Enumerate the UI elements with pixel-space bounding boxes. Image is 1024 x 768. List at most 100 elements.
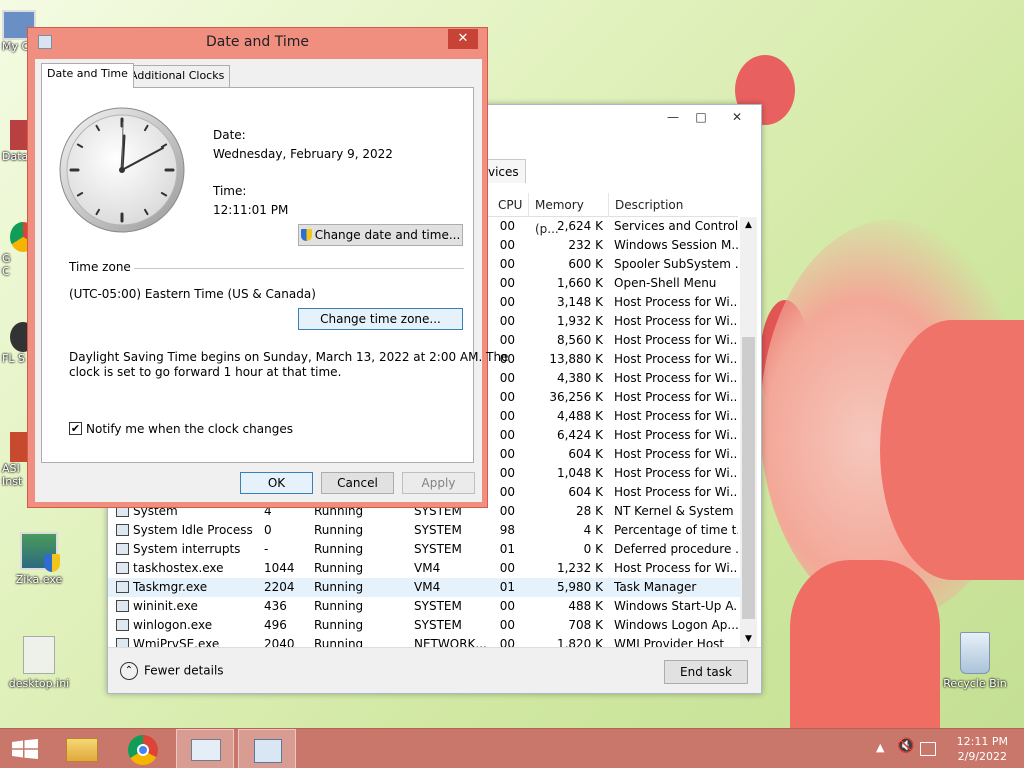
cell-user: VM4 bbox=[414, 580, 441, 594]
cell-mem: 6,424 K bbox=[556, 428, 603, 442]
desktop-icon-zika-exe[interactable]: Zika.exe bbox=[4, 532, 74, 586]
minimize-button[interactable]: — bbox=[658, 107, 688, 127]
date-value: Wednesday, February 9, 2022 bbox=[213, 147, 393, 161]
dialog-body: Date and Time Additional Clocks Date: We… bbox=[35, 59, 508, 502]
cell-name: System Idle Process bbox=[116, 521, 256, 540]
cell-cpu: 00 bbox=[499, 238, 515, 252]
fewer-details-toggle[interactable]: ⌃ Fewer details bbox=[120, 662, 224, 680]
cell-desc: Host Process for Wi... bbox=[614, 390, 738, 404]
cell-cpu: 98 bbox=[499, 523, 515, 537]
taskbar-task-manager[interactable] bbox=[176, 729, 234, 768]
cell-cpu: 00 bbox=[499, 637, 515, 647]
taskbar-date-and-time[interactable] bbox=[238, 729, 296, 768]
cell-status: Running bbox=[314, 542, 364, 556]
show-hidden-icons-arrow[interactable]: ▲ bbox=[876, 741, 884, 754]
cell-pid: 0 bbox=[264, 523, 272, 537]
cell-pid: 1044 bbox=[264, 561, 295, 575]
cell-mem: 604 K bbox=[568, 485, 603, 499]
folder-icon bbox=[66, 738, 98, 762]
desktop-icon-desktop-ini[interactable]: desktop.ini bbox=[4, 636, 74, 690]
cell-desc: Host Process for Wi... bbox=[614, 314, 738, 328]
start-button[interactable] bbox=[0, 729, 50, 768]
cell-cpu: 01 bbox=[499, 542, 515, 556]
date-and-time-panel: Date: Wednesday, February 9, 2022 Time: … bbox=[41, 87, 508, 463]
cancel-button[interactable]: Cancel bbox=[321, 472, 394, 494]
cell-mem: 13,880 K bbox=[549, 352, 603, 366]
table-row[interactable]: taskhostex.exe 1044 Running VM4 00 1,232 K Hos… bbox=[108, 559, 740, 578]
cell-user: SYSTEM bbox=[414, 618, 462, 632]
process-icon bbox=[116, 561, 129, 574]
end-task-button[interactable]: End task bbox=[664, 660, 748, 684]
network-icon[interactable] bbox=[920, 742, 936, 756]
cell-desc: Host Process for Wi... bbox=[614, 428, 738, 442]
cell-mem: 604 K bbox=[568, 447, 603, 461]
process-icon bbox=[116, 523, 129, 536]
cell-cpu: 00 bbox=[499, 219, 515, 233]
cell-mem: 1,932 K bbox=[556, 314, 603, 328]
cell-user: SYSTEM bbox=[414, 542, 462, 556]
cell-desc: Services and Control... bbox=[614, 219, 738, 233]
change-time-zone-button[interactable]: Change time zone... bbox=[298, 308, 463, 330]
cell-desc: Spooler SubSystem ... bbox=[614, 257, 738, 271]
cell-status: Running bbox=[314, 561, 364, 575]
ok-button[interactable]: OK bbox=[240, 472, 313, 494]
cell-desc: Host Process for Wi... bbox=[614, 561, 738, 575]
column-header-cpu[interactable]: CPU bbox=[492, 193, 529, 217]
cell-mem: 708 K bbox=[568, 618, 603, 632]
column-header-memory[interactable]: Memory (p... bbox=[529, 193, 609, 236]
cell-pid: 2204 bbox=[264, 580, 295, 594]
cell-pid: - bbox=[264, 542, 269, 556]
scrollbar-thumb[interactable] bbox=[742, 337, 755, 619]
taskbar-clock[interactable]: 12:11 PM 2/9/2022 bbox=[957, 734, 1008, 764]
cell-status: Running bbox=[314, 618, 364, 632]
speaker-muted-icon[interactable]: 🔇 bbox=[897, 738, 914, 754]
tab-additional-clocks[interactable]: Additional Clocks bbox=[124, 65, 231, 87]
vertical-scrollbar[interactable]: ▲ ▼ bbox=[740, 217, 757, 647]
cell-mem: 36,256 K bbox=[549, 390, 603, 404]
notify-label: Notify me when the clock changes bbox=[86, 422, 293, 436]
cell-mem: 1,820 K bbox=[556, 637, 603, 647]
cell-desc: Windows Start-Up A... bbox=[614, 599, 738, 613]
chrome-icon bbox=[128, 735, 158, 765]
taskbar-date: 2/9/2022 bbox=[957, 750, 1008, 763]
maximize-button[interactable]: □ bbox=[686, 107, 716, 127]
close-button[interactable]: ✕ bbox=[716, 107, 758, 127]
notify-checkbox[interactable]: ✔ bbox=[69, 422, 82, 435]
change-date-and-time-button[interactable]: Change date and time... bbox=[298, 224, 463, 246]
close-button[interactable]: ✕ bbox=[448, 29, 478, 49]
cell-name: winlogon.exe bbox=[116, 616, 256, 635]
time-label: Time: bbox=[213, 184, 247, 198]
date-label: Date: bbox=[213, 128, 246, 142]
table-row[interactable]: wininit.exe 436 Running SYSTEM 00 488 K Window… bbox=[108, 597, 740, 616]
cell-desc: Host Process for Wi... bbox=[614, 409, 738, 423]
taskbar-chrome[interactable] bbox=[114, 729, 172, 768]
table-row[interactable]: System Idle Process 0 Running SYSTEM 98 4 K Pe… bbox=[108, 521, 740, 540]
cell-cpu: 00 bbox=[499, 504, 515, 518]
column-header-description[interactable]: Description bbox=[609, 193, 739, 217]
desktop-icon-recycle-bin[interactable]: Recycle Bin bbox=[940, 632, 1010, 690]
cell-cpu: 00 bbox=[499, 371, 515, 385]
tab-date-and-time[interactable]: Date and Time bbox=[41, 63, 134, 88]
cell-cpu: 00 bbox=[499, 561, 515, 575]
table-row[interactable]: System interrupts - Running SYSTEM 01 0 K Defe… bbox=[108, 540, 740, 559]
cell-mem: 4 K bbox=[583, 523, 603, 537]
table-row[interactable]: WmiPrvSE.exe 2040 Running NETWORK... 00 1,820… bbox=[108, 635, 740, 647]
flower-petal-decoration bbox=[790, 560, 940, 728]
process-icon bbox=[116, 580, 129, 593]
date-and-time-dialog[interactable]: Date and Time ✕ Date and Time Additional… bbox=[27, 27, 508, 508]
cell-name: wininit.exe bbox=[116, 597, 256, 616]
cell-desc: Open-Shell Menu bbox=[614, 276, 717, 290]
cell-mem: 1,048 K bbox=[556, 466, 603, 480]
apply-button[interactable]: Apply bbox=[402, 472, 475, 494]
timezone-separator bbox=[134, 268, 464, 269]
cell-desc: Windows Logon Ap... bbox=[614, 618, 738, 632]
table-row[interactable]: Taskmgr.exe 2204 Running VM4 01 5,980 K Task M… bbox=[108, 578, 740, 597]
dialog-titlebar[interactable]: Date and Time ✕ bbox=[28, 28, 487, 56]
scroll-up-arrow[interactable]: ▲ bbox=[740, 217, 757, 233]
cell-mem: 232 K bbox=[568, 238, 603, 252]
table-row[interactable]: winlogon.exe 496 Running SYSTEM 00 708 K Windo… bbox=[108, 616, 740, 635]
process-icon bbox=[116, 542, 129, 555]
process-icon bbox=[116, 637, 129, 647]
scroll-down-arrow[interactable]: ▼ bbox=[740, 631, 757, 647]
taskbar-file-explorer[interactable] bbox=[53, 729, 111, 768]
